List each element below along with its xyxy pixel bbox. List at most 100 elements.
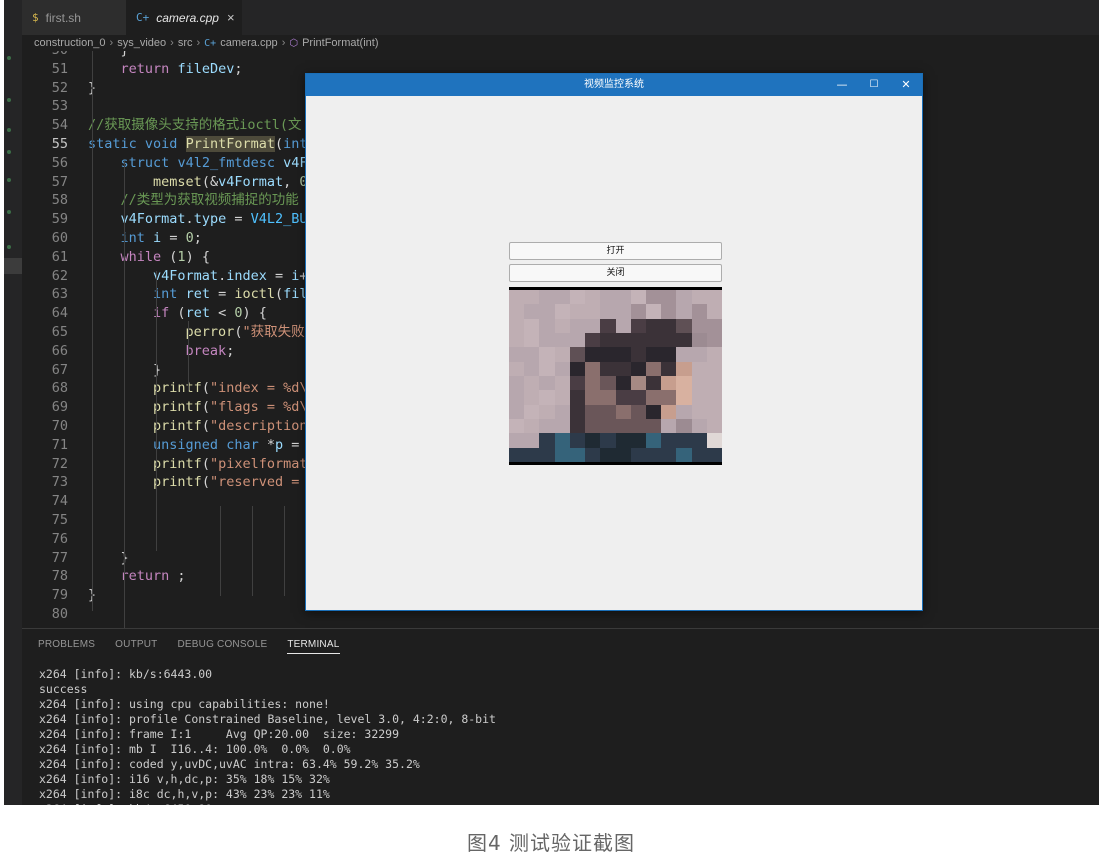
video-pixel-block <box>676 290 693 305</box>
activity-bar <box>4 0 22 805</box>
close-icon[interactable]: × <box>227 10 235 25</box>
video-pixel-block <box>554 347 571 363</box>
video-pixel-block <box>524 447 540 463</box>
video-pixel-block <box>706 433 722 449</box>
video-pixel-block <box>676 333 693 348</box>
line-number: 62 <box>51 267 68 284</box>
video-pixel-block <box>691 347 708 363</box>
tab-first-sh[interactable]: $ first.sh <box>22 0 126 35</box>
video-pixel-block <box>509 447 525 463</box>
breadcrumb-item[interactable]: src <box>178 37 193 49</box>
git-change-marker <box>7 56 11 60</box>
tab-problems[interactable]: PROBLEMS <box>38 639 95 654</box>
video-pixel-block <box>600 347 616 363</box>
video-pixel-block <box>600 390 616 406</box>
video-pixel-block <box>691 333 708 348</box>
video-pixel-block <box>569 361 586 377</box>
line-number: 54 <box>51 117 68 134</box>
close-icon[interactable]: ✕ <box>890 74 922 96</box>
breadcrumb-item[interactable]: PrintFormat(int) <box>302 37 378 49</box>
video-pixel-block <box>585 419 601 434</box>
breadcrumb-item[interactable]: camera.cpp <box>220 37 277 49</box>
code-text: int ret = ioctl(fil <box>153 286 308 303</box>
video-pixel-block <box>539 290 556 305</box>
video-pixel-block <box>615 390 632 406</box>
video-pixel-block <box>539 347 556 363</box>
tab-output[interactable]: OUTPUT <box>115 639 157 654</box>
video-pixel-block <box>615 333 632 348</box>
code-text: //类型为获取视频捕捉的功能 <box>120 192 299 209</box>
video-pixel-block <box>615 404 632 420</box>
video-pixel-block <box>569 318 586 334</box>
video-pixel-block <box>600 404 616 420</box>
indent-guide <box>92 51 93 611</box>
tab-camera-cpp[interactable]: C+ camera.cpp × <box>126 0 242 35</box>
video-pixel-block <box>615 447 632 463</box>
tab-label: first.sh <box>45 10 81 25</box>
code-line[interactable]: 50 } <box>22 51 1099 60</box>
video-pixel-block <box>661 304 677 320</box>
video-pixel-block <box>676 376 693 391</box>
video-pixel-block <box>691 404 708 420</box>
video-pixel-block <box>706 333 722 348</box>
video-pixel-block <box>509 304 525 320</box>
line-number: 68 <box>51 380 68 397</box>
line-number: 70 <box>51 418 68 434</box>
video-pixel-block <box>706 347 722 363</box>
video-pixel-block <box>554 318 571 334</box>
line-number: 57 <box>51 173 68 190</box>
video-pixel-block <box>585 333 601 348</box>
video-pixel-block <box>509 404 525 420</box>
indent-guide <box>124 161 125 628</box>
line-number: 66 <box>51 342 68 359</box>
video-pixel-block <box>630 376 647 391</box>
video-pixel-block <box>691 419 708 434</box>
video-pixel-block <box>554 390 571 406</box>
activity-selected[interactable] <box>4 258 22 274</box>
code-text: struct v4l2_fmtdesc v4F <box>120 154 308 171</box>
terminal-output[interactable]: x264 [info]: kb/s:6443.00 success x264 [in… <box>39 667 496 805</box>
line-number: 77 <box>51 549 68 566</box>
video-pixel-block <box>569 333 586 348</box>
tab-debug-console[interactable]: DEBUG CONSOLE <box>177 639 267 654</box>
video-pixel-block <box>585 404 601 420</box>
video-pixel-block <box>661 333 677 348</box>
line-number: 72 <box>51 455 68 472</box>
window-titlebar[interactable]: 视频监控系统 — ☐ ✕ <box>306 74 922 96</box>
video-pixel-block <box>706 404 722 420</box>
video-pixel-block <box>661 447 677 463</box>
shell-file-icon: $ <box>32 11 39 24</box>
line-number: 75 <box>51 512 68 528</box>
code-text: printf("flags = %d\ <box>153 399 308 416</box>
video-pixel-block <box>691 433 708 449</box>
git-change-marker <box>7 210 11 214</box>
line-number: 51 <box>51 60 68 77</box>
breadcrumb-item[interactable]: sys_video <box>117 37 166 49</box>
video-pixel-block <box>615 376 632 391</box>
video-pixel-block <box>524 419 540 434</box>
close-button[interactable]: 关闭 <box>509 264 722 282</box>
video-pixel-block <box>509 333 525 348</box>
video-pixel-block <box>630 304 647 320</box>
code-text: printf("reserved = <box>153 474 300 491</box>
video-pixel-block <box>691 390 708 406</box>
code-text: break; <box>185 342 235 359</box>
line-number: 79 <box>51 587 68 604</box>
video-pixel-block <box>661 404 677 420</box>
line-number: 60 <box>51 230 68 246</box>
video-pixel-block <box>509 433 525 449</box>
code-text: static void PrintFormat(int <box>88 136 308 152</box>
video-pixel-block <box>569 376 586 391</box>
video-pixel-block <box>691 318 708 334</box>
line-number: 56 <box>51 154 68 171</box>
video-pixel-block <box>539 304 556 320</box>
maximize-icon[interactable]: ☐ <box>858 74 890 96</box>
video-pixel-block <box>630 390 647 406</box>
open-button[interactable]: 打开 <box>509 242 722 260</box>
tab-terminal[interactable]: TERMINAL <box>287 639 340 654</box>
terminal-line: x264 [info]: using cpu capabilities: non… <box>39 697 330 711</box>
breadcrumb-item[interactable]: construction_0 <box>34 37 106 49</box>
cpp-file-icon: C+ <box>136 11 150 24</box>
minimize-icon[interactable]: — <box>826 74 858 96</box>
code-text: printf("description <box>153 418 308 434</box>
